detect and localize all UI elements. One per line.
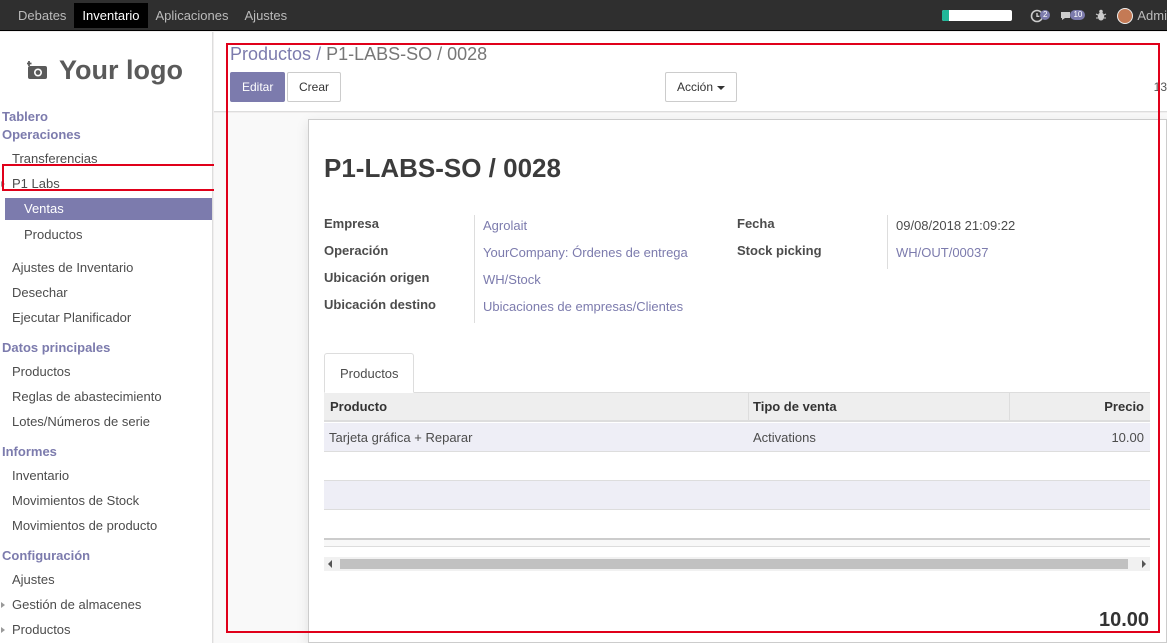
sidebar-item-planificador[interactable]: Ejecutar Planificador [12, 310, 131, 325]
sidebar-item-lotes[interactable]: Lotes/Números de serie [12, 414, 150, 429]
sidebar-section-configuracion[interactable]: Configuración [2, 548, 90, 563]
sidebar-item-reglas[interactable]: Reglas de abastecimiento [12, 389, 162, 404]
messages-badge: 10 [1070, 9, 1086, 20]
highlight-box-ventas [2, 164, 216, 191]
sidebar-item-productos[interactable]: Productos [12, 364, 71, 379]
messages-button[interactable]: 10 [1060, 9, 1086, 22]
logo-text: Your logo [59, 55, 183, 85]
camera-plus-icon [27, 60, 47, 79]
menu-inventario[interactable]: Inventario [74, 3, 148, 28]
systray: 2 10 Admi [942, 0, 1167, 31]
sidebar-section-informes[interactable]: Informes [2, 444, 57, 459]
sidebar-item-ajustes[interactable]: Ajustes [12, 572, 55, 587]
caret-right-icon [1, 602, 5, 608]
top-navbar: Debates Inventario Aplicaciones Ajustes … [0, 0, 1167, 31]
sidebar-item-movimientos-stock[interactable]: Movimientos de Stock [12, 493, 139, 508]
menu-ajustes[interactable]: Ajustes [237, 3, 296, 28]
debug-button[interactable] [1095, 9, 1107, 22]
sidebar-item-ajustes-inventario[interactable]: Ajustes de Inventario [12, 260, 133, 275]
onboarding-progress-bar[interactable] [942, 10, 1013, 21]
sidebar-item-inventario[interactable]: Inventario [12, 468, 69, 483]
user-menu[interactable]: Admi [1137, 8, 1167, 23]
caret-right-icon [1, 627, 5, 633]
highlight-box-form [226, 43, 1160, 633]
sidebar-item-desechar[interactable]: Desechar [12, 285, 68, 300]
menu-debates[interactable]: Debates [10, 3, 74, 28]
sidebar-item-almacenes[interactable]: Gestión de almacenes [12, 597, 141, 612]
sidebar-section-operaciones[interactable]: Operaciones [2, 127, 81, 142]
sidebar: Your logo Tablero Operaciones Transferen… [0, 32, 213, 643]
sidebar-item-productos-config[interactable]: Productos [12, 622, 71, 637]
activity-button[interactable]: 2 [1030, 9, 1051, 23]
company-logo: Your logo [27, 55, 183, 86]
app-menu: Debates Inventario Aplicaciones Ajustes [10, 3, 295, 28]
avatar[interactable] [1117, 7, 1134, 24]
menu-aplicaciones[interactable]: Aplicaciones [148, 3, 237, 28]
bug-icon [1096, 9, 1107, 21]
sidebar-section-datos[interactable]: Datos principales [2, 340, 110, 355]
activity-badge: 2 [1040, 9, 1051, 20]
sidebar-item-productos-p1[interactable]: Productos [24, 227, 83, 242]
sidebar-item-movimientos-producto[interactable]: Movimientos de producto [12, 518, 157, 533]
sidebar-item-tablero[interactable]: Tablero [2, 109, 48, 124]
progress-fill [942, 10, 950, 21]
sidebar-item-ventas[interactable]: Ventas [5, 198, 212, 220]
